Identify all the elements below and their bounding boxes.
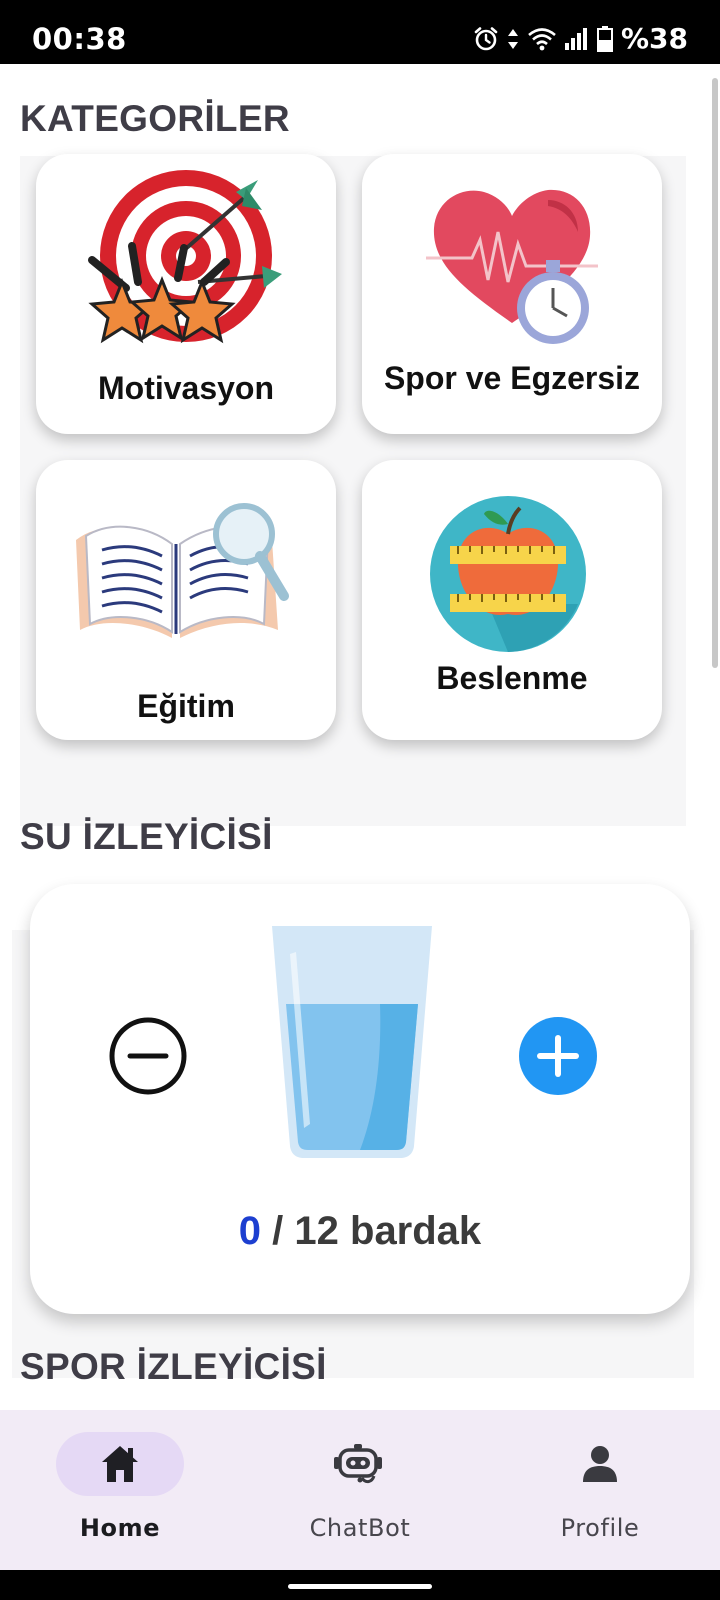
status-icons: %38 [473,22,688,55]
category-card-education[interactable]: Eğitim [36,460,336,740]
nav-profile[interactable]: Profile [480,1410,720,1570]
water-current-count: 0 [238,1209,262,1253]
water-goal-text: / 12 bardak [272,1209,482,1253]
nav-label: ChatBot [309,1514,411,1542]
bottom-navigation: Home ChatBot Profile [0,1410,720,1570]
nav-label: Profile [560,1514,640,1542]
book-magnifier-icon [76,503,289,638]
status-bar: 00:38 %38 [0,0,720,64]
minus-circle-icon[interactable] [108,1016,188,1096]
wifi-icon [528,27,556,50]
apple-measuring-tape-icon [430,496,586,652]
target-darts-stars-icon [88,170,282,344]
categories-title: KATEGORİLER [20,98,290,139]
gesture-navigation-bar [0,1570,720,1600]
category-card-motivation[interactable]: Motivasyon [36,154,336,434]
data-arrows-icon [507,28,518,49]
status-time: 00:38 [32,22,127,56]
heart-stopwatch-icon [426,189,598,344]
robot-icon [334,1444,382,1484]
home-icon [102,1446,138,1482]
gesture-handle[interactable] [288,1584,432,1589]
battery-percent: %38 [620,22,688,55]
water-count: 0 / 12 bardak [30,1209,690,1254]
category-label: Motivasyon [97,370,275,406]
nav-label: Home [79,1514,161,1542]
nav-home[interactable]: Home [0,1410,240,1570]
person-icon [583,1446,617,1482]
category-card-sports[interactable]: Spor ve Egzersiz [362,154,662,434]
signal-icon [564,27,587,50]
category-label: Beslenme [436,660,588,696]
category-label: Eğitim [137,688,235,724]
water-glass-icon [272,926,432,1158]
alarm-icon [474,26,498,50]
category-card-nutrition[interactable]: Beslenme [362,460,662,740]
category-label: Spor ve Egzersiz [383,360,641,396]
battery-icon [596,25,613,52]
sport-tracker-title: SPOR İZLEYİCİSİ [20,1346,327,1387]
water-tracker-card: 0 / 12 bardak [30,884,690,1314]
water-tracker-title: SU İZLEYİCİSİ [20,816,273,857]
plus-circle-icon[interactable] [518,1016,598,1096]
nav-chatbot[interactable]: ChatBot [240,1410,480,1570]
scrollbar[interactable] [712,78,718,668]
